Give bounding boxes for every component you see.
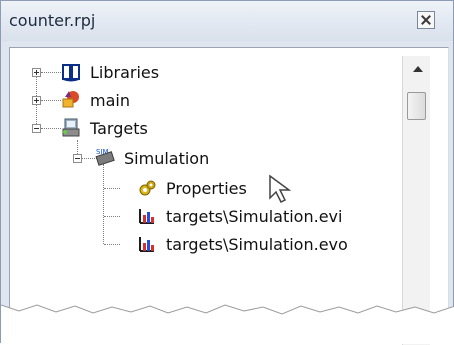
chart-icon — [136, 233, 158, 255]
tree-item-label: targets\Simulation.evo — [166, 234, 348, 254]
expander-libraries[interactable] — [32, 68, 41, 77]
tree-line — [41, 72, 61, 74]
tree-item-simulation[interactable]: SIM Simulation — [94, 146, 209, 170]
scroll-thumb[interactable] — [407, 92, 426, 120]
tree-item-label: targets\Simulation.evi — [166, 206, 343, 226]
tree-line — [104, 244, 120, 246]
expander-main[interactable] — [32, 96, 41, 105]
tree-item-label: Targets — [90, 118, 148, 138]
tree-line — [104, 188, 120, 190]
gear-icon — [136, 177, 158, 199]
tree-item-libraries[interactable]: Libraries — [60, 60, 159, 84]
scroll-up-arrow-icon[interactable] — [413, 66, 423, 72]
sim-icon: SIM — [94, 147, 116, 169]
tree-item-targets[interactable]: Targets — [60, 116, 148, 140]
torn-edge — [1, 304, 454, 344]
close-button[interactable] — [417, 11, 435, 29]
tree-line — [104, 216, 120, 218]
tree-item-main[interactable]: main — [60, 88, 130, 112]
mouse-pointer-icon — [267, 173, 295, 205]
project-panel: counter.rpj Libraries main Targets SIM S… — [0, 0, 454, 345]
svg-text:SIM: SIM — [96, 148, 109, 156]
tree-line — [41, 128, 61, 130]
tree-line — [103, 164, 105, 244]
panel-title: counter.rpj — [9, 11, 96, 30]
tree-item-label: Properties — [166, 178, 247, 198]
tree-item-evo[interactable]: targets\Simulation.evo — [136, 232, 348, 256]
expander-simulation[interactable] — [73, 154, 82, 163]
expander-targets[interactable] — [32, 124, 41, 133]
tree-item-evi[interactable]: targets\Simulation.evi — [136, 204, 342, 228]
book-icon — [60, 61, 82, 83]
chart-icon — [136, 205, 158, 227]
tree-item-label: Simulation — [124, 148, 210, 168]
tree-item-label: main — [90, 90, 130, 110]
main-icon — [60, 89, 82, 111]
tree-item-properties[interactable]: Properties — [136, 176, 247, 200]
tree-line — [41, 100, 61, 102]
tree-item-label: Libraries — [90, 62, 160, 82]
panel-titlebar: counter.rpj — [1, 1, 453, 41]
targets-icon — [60, 117, 82, 139]
